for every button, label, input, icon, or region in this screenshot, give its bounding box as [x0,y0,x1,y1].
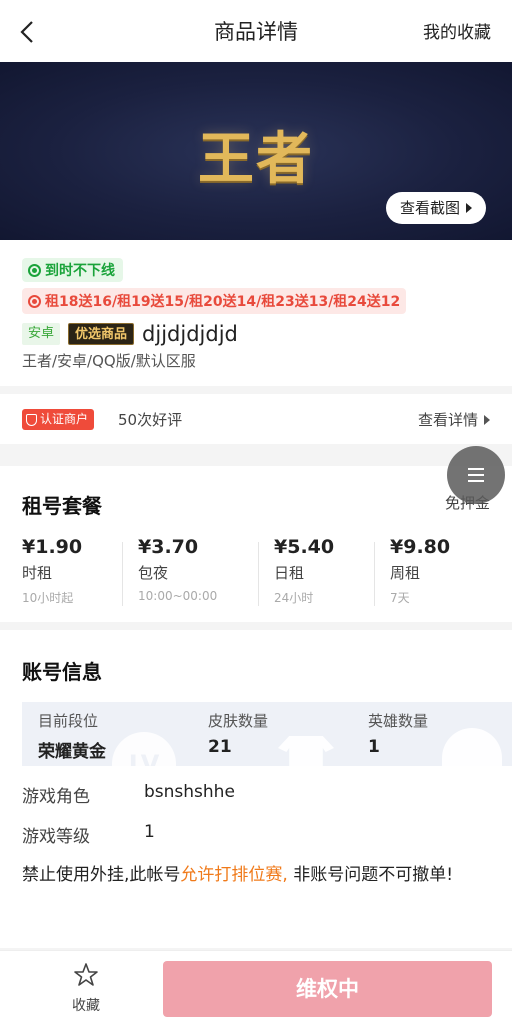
promo-label: 租18送16/租19送15/租20送14/租23送13/租24送12 [45,294,401,310]
plan-name: 周租 [390,564,421,582]
no-offline-label: 到时不下线 [45,263,115,279]
account-subtitle: 王者/安卓/QQ版/默认区服 [22,352,196,370]
top-nav-bar: 商品详情 我的收藏 [0,0,512,62]
heroes-watermark-icon [442,728,502,766]
plan-divider [258,542,259,606]
stat-value: 荣耀黄金 [38,742,106,762]
level-label: 游戏等级 [22,827,90,847]
view-details-link[interactable]: 查看详情 [418,409,490,430]
account-name-row: 安卓 优选商品 djjdjdjdjd [22,322,238,346]
stat-rank: 目前段位 荣耀黄金 [38,710,106,762]
promo-dot-icon [28,294,41,308]
stat-value: 21 [208,737,232,757]
plan-price: ¥5.40 [274,536,335,558]
plan-divider [122,542,123,606]
view-screenshots-label: 查看截图 [399,199,460,217]
plan-note: 7天 [390,591,410,605]
rights-protection-button[interactable]: 维权中 [163,961,492,1017]
level-value: 1 [144,822,155,842]
plan-hourly[interactable]: ¥1.90 时租 10小时起 [22,536,132,606]
star-icon [74,963,98,986]
notice-text: 非账号问题不可撤单! [287,865,454,885]
plan-overnight[interactable]: ¥3.70 包夜 10:00~00:00 [138,536,248,603]
notice-text: 禁止使用外挂,此帐号 [22,865,181,885]
plan-weekly[interactable]: ¥9.80 周租 7天 [390,536,500,606]
triangle-right-icon [484,414,490,425]
chevron-left-icon[interactable] [14,18,42,46]
stat-skins: 皮肤数量 21 [208,710,268,757]
plan-price: ¥1.90 [22,536,83,558]
notice-highlight: 允许打排位赛, [180,865,288,885]
skin-watermark-icon [278,736,334,766]
plan-note: 24小时 [274,591,314,605]
menu-line [468,468,484,470]
plan-name: 包夜 [138,564,169,582]
plan-divider [374,542,375,606]
promo-tag: 租18送16/租19送15/租20送14/租23送13/租24送12 [22,288,407,314]
account-notice: 禁止使用外挂,此帐号允许打排位赛, 非账号问题不可撤单! [22,860,490,890]
plan-note: 10小时起 [22,591,74,605]
os-tag: 安卓 [22,323,61,345]
plans-title: 租号套餐 [22,494,102,518]
plan-price: ¥3.70 [138,536,199,558]
no-offline-tag: 到时不下线 [22,258,123,282]
menu-line [468,474,484,476]
plan-daily[interactable]: ¥5.40 日租 24小时 [274,536,384,606]
plan-name: 时租 [22,564,53,582]
stat-label: 英雄数量 [368,712,429,730]
plan-name: 日租 [274,564,305,582]
rental-plans: 租号套餐 免押金 ¥1.90 时租 10小时起 ¥3.70 包夜 10:00~0… [0,466,512,622]
account-name: djjdjdjdjd [142,322,238,346]
review-count: 50次好评 [118,411,183,429]
view-screenshots-button[interactable]: 查看截图 [385,192,486,224]
account-info-title: 账号信息 [22,660,102,684]
collect-label: 收藏 [72,998,100,1014]
banner-game-title: 王者 [198,126,314,192]
certified-merchant-badge: 认证商户 [22,409,95,430]
merchant-row: 认证商户 50次好评 查看详情 [0,394,512,444]
stat-label: 皮肤数量 [208,712,269,730]
account-stats-bar: LV 目前段位 荣耀黄金 皮肤数量 21 英雄数量 1 [22,702,512,766]
account-info: 账号信息 LV 目前段位 荣耀黄金 皮肤数量 21 英雄数量 1 游戏角色 bs… [0,630,512,948]
level-watermark-icon: LV [112,732,176,766]
plan-note: 10:00~00:00 [138,589,218,603]
role-label: 游戏角色 [22,787,90,807]
premium-tag: 优选商品 [68,323,135,345]
triangle-right-icon [466,203,472,213]
clock-dot-icon [28,263,41,277]
role-value: bsnshshhe [144,782,235,802]
collect-button[interactable]: 收藏 [56,961,116,1015]
stat-heroes: 英雄数量 1 [368,710,428,757]
certified-merchant-label: 认证商户 [40,412,89,426]
stat-value: 1 [368,737,380,757]
game-banner: 王者 查看截图 [0,62,512,240]
view-details-label: 查看详情 [417,411,478,429]
stat-label: 目前段位 [38,712,99,730]
floating-menu-button[interactable] [447,446,505,504]
bottom-action-bar: 收藏 维权中 [0,950,512,1024]
menu-line [468,480,484,482]
my-favorites-link[interactable]: 我的收藏 [423,18,491,43]
shield-icon [26,413,37,426]
plan-price: ¥9.80 [390,536,451,558]
product-info: 到时不下线 租18送16/租19送15/租20送14/租23送13/租24送12… [0,240,512,386]
